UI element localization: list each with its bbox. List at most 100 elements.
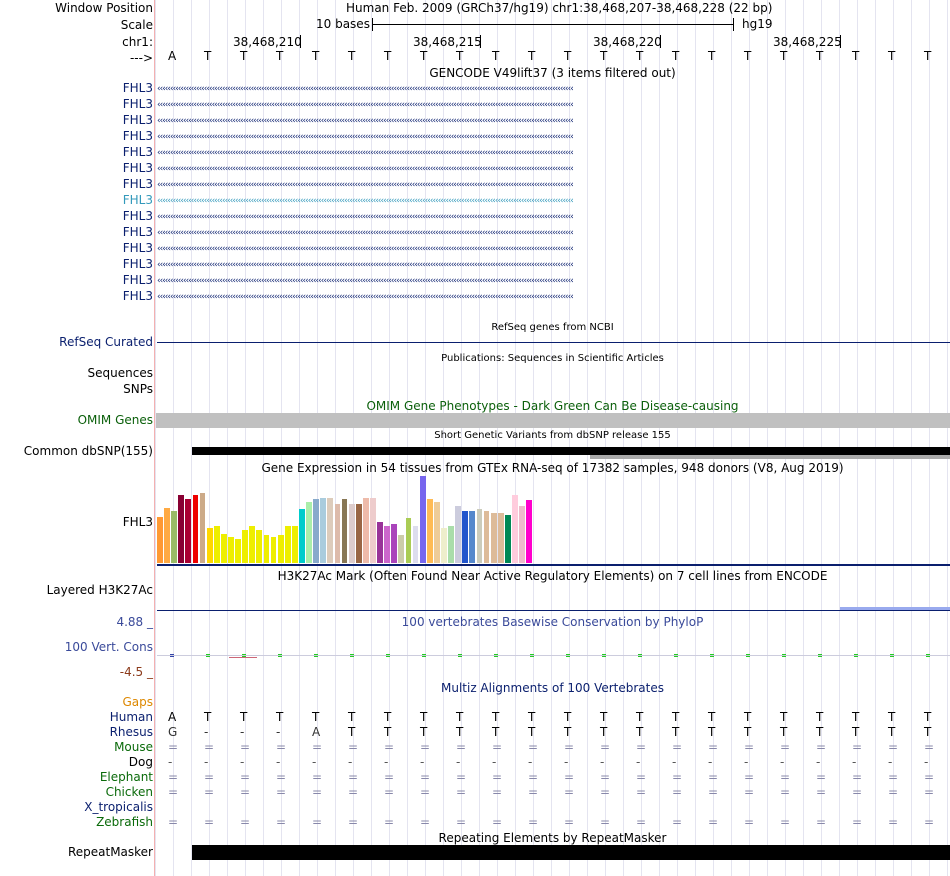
gtex-tissue-bar[interactable] xyxy=(327,498,334,563)
gtex-tissue-bar[interactable] xyxy=(519,506,525,563)
gtex-tissue-bar[interactable] xyxy=(398,535,405,563)
h3k27ac-title[interactable]: H3K27Ac Mark (Often Found Near Active Re… xyxy=(155,569,950,583)
gtex-tissue-bar[interactable] xyxy=(384,526,391,563)
gencode-gene-label[interactable]: FHL3 xyxy=(123,161,153,175)
gtex-tissue-bar[interactable] xyxy=(291,526,298,563)
gencode-gene-label[interactable]: FHL3 xyxy=(123,241,153,255)
dbsnp-bar-secondary[interactable] xyxy=(590,455,950,459)
gencode-gene-label[interactable]: FHL3 xyxy=(123,273,153,287)
gencode-gene-line[interactable]: ‹‹‹‹‹‹‹‹‹‹‹‹‹‹‹‹‹‹‹‹‹‹‹‹‹‹‹‹‹‹‹‹‹‹‹‹‹‹‹‹… xyxy=(157,85,950,94)
gtex-tissue-bar[interactable] xyxy=(512,495,518,563)
species-label[interactable]: Zebrafish xyxy=(96,815,153,829)
gaps-label[interactable]: Gaps xyxy=(122,695,153,709)
gtex-tissue-bar[interactable] xyxy=(199,493,206,563)
gencode-gene-label[interactable]: FHL3 xyxy=(123,225,153,239)
gtex-tissue-bar[interactable] xyxy=(242,530,249,563)
gtex-tissue-bar[interactable] xyxy=(299,509,305,563)
gtex-tissue-bar[interactable] xyxy=(412,526,419,563)
gtex-tissue-bar[interactable] xyxy=(249,526,256,563)
gtex-tissue-bar[interactable] xyxy=(171,511,178,563)
gtex-tissue-bar[interactable] xyxy=(448,526,454,563)
gtex-tissue-bar[interactable] xyxy=(206,528,213,563)
species-label[interactable]: Rhesus xyxy=(110,725,153,739)
gtex-tissue-bar[interactable] xyxy=(178,495,185,563)
gtex-tissue-bar[interactable] xyxy=(391,524,398,563)
gencode-gene-line[interactable]: ‹‹‹‹‹‹‹‹‹‹‹‹‹‹‹‹‹‹‹‹‹‹‹‹‹‹‹‹‹‹‹‹‹‹‹‹‹‹‹‹… xyxy=(157,197,950,206)
species-label[interactable]: Dog xyxy=(129,755,153,769)
gencode-gene-label[interactable]: FHL3 xyxy=(123,257,153,271)
gtex-tissue-bar[interactable] xyxy=(370,498,376,563)
phylop-label[interactable]: 100 Vert. Cons xyxy=(65,640,153,654)
gencode-gene-line[interactable]: ‹‹‹‹‹‹‹‹‹‹‹‹‹‹‹‹‹‹‹‹‹‹‹‹‹‹‹‹‹‹‹‹‹‹‹‹‹‹‹‹… xyxy=(157,149,950,158)
gencode-gene-label[interactable]: FHL3 xyxy=(123,289,153,303)
gtex-tissue-bar[interactable] xyxy=(341,499,348,563)
species-label[interactable]: Chicken xyxy=(106,785,153,799)
gtex-tissue-bar[interactable] xyxy=(306,502,312,563)
gtex-tissue-bar[interactable] xyxy=(405,518,412,563)
gencode-gene-label[interactable]: FHL3 xyxy=(123,113,153,127)
sequences-label[interactable]: Sequences xyxy=(88,366,153,380)
gtex-tissue-bar[interactable] xyxy=(377,522,383,563)
gtex-tissue-bar[interactable] xyxy=(419,476,426,563)
genome-browser-image[interactable]: Window Position Human Feb. 2009 (GRCh37/… xyxy=(0,0,950,876)
gtex-tissue-bar[interactable] xyxy=(483,511,490,563)
gtex-tissue-bar[interactable] xyxy=(270,537,277,563)
gtex-tissue-bar[interactable] xyxy=(228,537,234,563)
gencode-gene-line[interactable]: ‹‹‹‹‹‹‹‹‹‹‹‹‹‹‹‹‹‹‹‹‹‹‹‹‹‹‹‹‹‹‹‹‹‹‹‹‹‹‹‹… xyxy=(157,165,950,174)
repeatmasker-title[interactable]: Repeating Elements by RepeatMasker xyxy=(155,831,950,845)
gencode-gene-line[interactable]: ‹‹‹‹‹‹‹‹‹‹‹‹‹‹‹‹‹‹‹‹‹‹‹‹‹‹‹‹‹‹‹‹‹‹‹‹‹‹‹‹… xyxy=(157,277,950,286)
gtex-tissue-bar[interactable] xyxy=(192,495,199,563)
gtex-tissue-bar[interactable] xyxy=(213,526,220,563)
multiz-title[interactable]: Multiz Alignments of 100 Vertebrates xyxy=(155,681,950,695)
gtex-tissue-bar[interactable] xyxy=(256,530,263,563)
repeatmasker-bar[interactable] xyxy=(192,845,950,860)
dbsnp-label[interactable]: Common dbSNP(155) xyxy=(24,444,153,458)
gtex-tissue-bar[interactable] xyxy=(455,506,462,563)
gencode-gene-line[interactable]: ‹‹‹‹‹‹‹‹‹‹‹‹‹‹‹‹‹‹‹‹‹‹‹‹‹‹‹‹‹‹‹‹‹‹‹‹‹‹‹‹… xyxy=(157,101,950,110)
gtex-tissue-bar[interactable] xyxy=(497,513,504,563)
dbsnp-bar[interactable] xyxy=(192,447,950,455)
gtex-tissue-bar[interactable] xyxy=(441,528,447,563)
gencode-gene-line[interactable]: ‹‹‹‹‹‹‹‹‹‹‹‹‹‹‹‹‹‹‹‹‹‹‹‹‹‹‹‹‹‹‹‹‹‹‹‹‹‹‹‹… xyxy=(157,181,950,190)
refseq-label[interactable]: RefSeq Curated xyxy=(59,335,153,349)
gtex-tissue-bar[interactable] xyxy=(362,498,369,563)
gtex-tissue-bar[interactable] xyxy=(263,535,270,563)
gtex-tissue-bar[interactable] xyxy=(235,539,241,563)
gencode-gene-label[interactable]: FHL3 xyxy=(123,177,153,191)
omim-label[interactable]: OMIM Genes xyxy=(78,413,153,427)
gencode-gene-line[interactable]: ‹‹‹‹‹‹‹‹‹‹‹‹‹‹‹‹‹‹‹‹‹‹‹‹‹‹‹‹‹‹‹‹‹‹‹‹‹‹‹‹… xyxy=(157,229,950,238)
gtex-tissue-bar[interactable] xyxy=(426,499,433,563)
gencode-gene-label[interactable]: FHL3 xyxy=(123,81,153,95)
gencode-gene-line[interactable]: ‹‹‹‹‹‹‹‹‹‹‹‹‹‹‹‹‹‹‹‹‹‹‹‹‹‹‹‹‹‹‹‹‹‹‹‹‹‹‹‹… xyxy=(157,261,950,270)
gencode-gene-label[interactable]: FHL3 xyxy=(123,209,153,223)
gencode-gene-line[interactable]: ‹‹‹‹‹‹‹‹‹‹‹‹‹‹‹‹‹‹‹‹‹‹‹‹‹‹‹‹‹‹‹‹‹‹‹‹‹‹‹‹… xyxy=(157,117,950,126)
gtex-tissue-bar[interactable] xyxy=(220,534,227,563)
h3k27ac-label[interactable]: Layered H3K27Ac xyxy=(47,583,153,597)
gencode-gene-line[interactable]: ‹‹‹‹‹‹‹‹‹‹‹‹‹‹‹‹‹‹‹‹‹‹‹‹‹‹‹‹‹‹‹‹‹‹‹‹‹‹‹‹… xyxy=(157,213,950,222)
phylop-title[interactable]: 100 vertebrates Basewise Conservation by… xyxy=(155,615,950,629)
gtex-title[interactable]: Gene Expression in 54 tissues from GTEx … xyxy=(155,461,950,475)
omim-bar[interactable] xyxy=(156,413,950,428)
species-label[interactable]: Human xyxy=(110,710,153,724)
refseq-line[interactable] xyxy=(157,342,950,343)
gencode-gene-label[interactable]: FHL3 xyxy=(123,97,153,111)
gtex-tissue-bar[interactable] xyxy=(277,535,284,563)
gtex-tissue-bar[interactable] xyxy=(462,511,469,563)
gtex-tissue-bar[interactable] xyxy=(490,513,497,563)
gtex-tissue-bar[interactable] xyxy=(313,499,320,563)
omim-title[interactable]: OMIM Gene Phenotypes - Dark Green Can Be… xyxy=(155,399,950,413)
gtex-tissue-bar[interactable] xyxy=(164,508,170,563)
gtex-tissue-bar[interactable] xyxy=(348,504,355,563)
gencode-gene-label[interactable]: FHL3 xyxy=(123,145,153,159)
gencode-gene-line[interactable]: ‹‹‹‹‹‹‹‹‹‹‹‹‹‹‹‹‹‹‹‹‹‹‹‹‹‹‹‹‹‹‹‹‹‹‹‹‹‹‹‹… xyxy=(157,245,950,254)
gtex-tissue-bar[interactable] xyxy=(504,515,511,563)
publications-title[interactable]: Publications: Sequences in Scientific Ar… xyxy=(155,353,950,364)
gencode-gene-line[interactable]: ‹‹‹‹‹‹‹‹‹‹‹‹‹‹‹‹‹‹‹‹‹‹‹‹‹‹‹‹‹‹‹‹‹‹‹‹‹‹‹‹… xyxy=(157,133,950,142)
gtex-tissue-bar[interactable] xyxy=(157,517,163,563)
gtex-tissue-bar[interactable] xyxy=(476,509,483,563)
gtex-label[interactable]: FHL3 xyxy=(123,515,153,529)
gtex-tissue-bar[interactable] xyxy=(355,504,362,563)
gtex-tissue-bar[interactable] xyxy=(334,504,341,563)
repeatmasker-label[interactable]: RepeatMasker xyxy=(68,845,153,859)
gtex-tissue-bar[interactable] xyxy=(433,502,440,563)
